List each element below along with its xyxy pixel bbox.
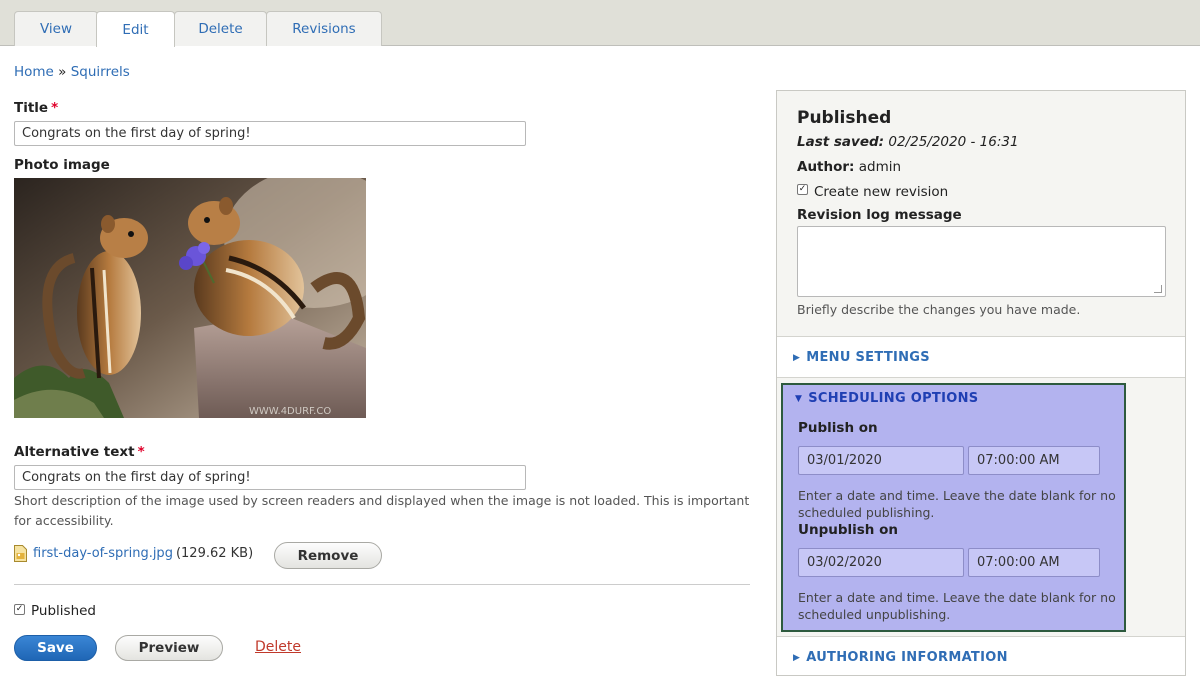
publish-date-input[interactable]: 03/01/2020	[798, 446, 964, 475]
author-label: Author:	[797, 159, 855, 175]
file-link[interactable]: first-day-of-spring.jpg	[33, 546, 173, 561]
file-row: first-day-of-spring.jpg (129.62 KB)	[14, 545, 253, 562]
alt-text-help: Short description of the image used by s…	[14, 493, 750, 528]
scheduling-options-toggle[interactable]: ▼ SCHEDULING OPTIONS	[795, 391, 978, 406]
tab-revisions[interactable]: Revisions	[266, 11, 382, 46]
unpublish-on-label: Unpublish on	[798, 522, 898, 538]
title-label-text: Title	[14, 100, 49, 116]
title-input[interactable]	[14, 121, 526, 146]
author-value: admin	[858, 159, 902, 175]
preview-button[interactable]: Preview	[115, 635, 223, 661]
alt-text-input[interactable]	[14, 465, 526, 490]
photo-image: WWW.4DURF.CO	[14, 178, 366, 418]
required-marker: *	[51, 100, 59, 116]
revision-log-label: Revision log message	[797, 207, 962, 223]
authoring-information-title: AUTHORING INFORMATION	[806, 650, 1008, 665]
unpublish-help: Enter a date and time. Leave the date bl…	[798, 590, 1116, 622]
menu-settings-section[interactable]: ▶ MENU SETTINGS	[777, 337, 1185, 378]
breadcrumb-home-link[interactable]: Home	[14, 64, 54, 80]
save-button[interactable]: Save	[14, 635, 97, 661]
author: Author: admin	[797, 159, 901, 175]
unpublish-date-input[interactable]: 03/02/2020	[798, 548, 964, 577]
publish-on-label: Publish on	[798, 420, 878, 436]
last-saved: Last saved: 02/25/2020 - 16:31	[797, 134, 1019, 150]
authoring-information-toggle[interactable]: ▶ AUTHORING INFORMATION	[793, 650, 1008, 665]
unpublish-time-input[interactable]: 07:00:00 AM	[968, 548, 1100, 577]
revision-log-help: Briefly describe the changes you have ma…	[797, 302, 1081, 317]
caret-right-icon: ▶	[793, 653, 801, 663]
divider	[14, 584, 750, 585]
tab-bar: View Edit Delete Revisions	[0, 0, 1200, 47]
delete-link[interactable]: Delete	[255, 639, 301, 655]
photo-watermark: WWW.4DURF.CO	[249, 406, 331, 417]
tab-edit[interactable]: Edit	[96, 11, 175, 47]
publish-help: Enter a date and time. Leave the date bl…	[798, 488, 1116, 520]
publish-time-input[interactable]: 07:00:00 AM	[968, 446, 1100, 475]
required-marker: *	[137, 444, 145, 460]
tab-delete[interactable]: Delete	[174, 11, 267, 46]
create-revision-label: Create new revision	[814, 184, 949, 200]
alt-text-label: Alternative text *	[14, 444, 145, 460]
menu-settings-toggle[interactable]: ▶ MENU SETTINGS	[793, 350, 930, 365]
breadcrumb: Home » Squirrels	[14, 64, 130, 80]
caret-right-icon: ▶	[793, 353, 801, 363]
create-revision-checkbox[interactable]: ✓	[797, 184, 808, 195]
file-size: (129.62 KB)	[175, 546, 254, 561]
resize-handle-icon[interactable]	[1154, 285, 1162, 293]
menu-settings-title: MENU SETTINGS	[806, 350, 930, 365]
title-label: Title *	[14, 100, 58, 116]
authoring-information-section[interactable]: ▶ AUTHORING INFORMATION	[777, 636, 1185, 675]
sidebar: Published Last saved: 02/25/2020 - 16:31…	[776, 90, 1186, 676]
caret-down-icon: ▼	[795, 394, 803, 404]
last-saved-value: 02/25/2020 - 16:31	[888, 134, 1019, 150]
scheduling-options-title: SCHEDULING OPTIONS	[808, 391, 979, 406]
tab-view[interactable]: View	[14, 11, 98, 46]
publish-status: Published	[797, 108, 892, 128]
remove-button[interactable]: Remove	[274, 542, 382, 569]
image-file-icon	[14, 545, 27, 562]
breadcrumb-separator: »	[58, 64, 67, 80]
published-checkbox[interactable]: ✓	[14, 604, 25, 615]
photo-image-label: Photo image	[14, 157, 110, 173]
scheduling-options-section: ▼ SCHEDULING OPTIONS Publish on 03/01/202…	[781, 383, 1126, 632]
published-checkbox-label: Published	[31, 603, 96, 619]
meta-panel: Published Last saved: 02/25/2020 - 16:31…	[777, 91, 1185, 337]
alt-text-label-text: Alternative text	[14, 444, 135, 460]
revision-log-textarea[interactable]	[797, 226, 1166, 297]
breadcrumb-current-link[interactable]: Squirrels	[71, 64, 130, 80]
last-saved-label: Last saved:	[797, 134, 885, 150]
